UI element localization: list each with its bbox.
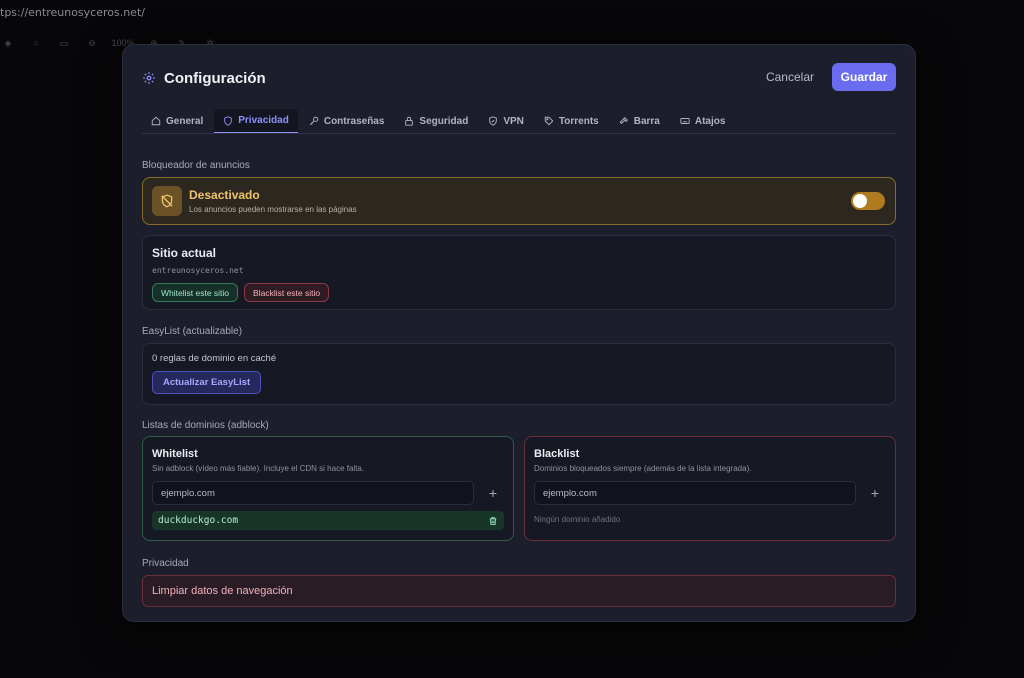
lock-icon (405, 116, 414, 126)
adblock-status: Desactivado (189, 188, 260, 202)
tab-atajos[interactable]: Atajos (671, 109, 735, 133)
adblock-status-card: Desactivado Los anuncios pueden mostrars… (142, 177, 896, 225)
blacklist-description: Dominios bloqueados siempre (además de l… (534, 464, 752, 473)
keyboard-icon (680, 118, 690, 124)
tag-icon (544, 116, 554, 126)
hammer-icon (619, 117, 628, 125)
tab-barra[interactable]: Barra (610, 109, 669, 133)
shield-off-icon (152, 186, 182, 216)
blacklist-site-button[interactable]: Blacklist este sitio (244, 283, 330, 302)
book-icon[interactable]: ▭ (56, 36, 72, 50)
privacy-section-label: Privacidad (142, 558, 189, 569)
modal-header: Configuración Cancelar Guardar (142, 45, 896, 109)
tab-general[interactable]: General (142, 109, 212, 133)
whitelist-entry-domain: duckduckgo.com (158, 515, 239, 526)
adblock-toggle[interactable] (851, 192, 885, 210)
clear-browsing-data-button[interactable]: Limpiar datos de navegación (142, 575, 896, 607)
tab-vpn[interactable]: VPN (479, 109, 533, 133)
address-bar-url[interactable]: tps://entreunosyceros.net/ (0, 6, 145, 19)
whitelist-site-button[interactable]: Whitelist este sitio (152, 283, 239, 302)
tab-bar: General Privacidad Contraseñas Seguridad… (142, 109, 896, 134)
easylist-rules-count: 0 reglas de dominio en caché (152, 353, 277, 364)
current-site-card: Sitio actual entreunosyceros.net Whiteli… (142, 235, 896, 310)
shield-icon (224, 115, 233, 126)
tab-privacidad[interactable]: Privacidad (214, 109, 298, 133)
modal-title: Configuración (164, 69, 266, 87)
blacklist-domain-input[interactable] (534, 481, 856, 505)
shield-icon[interactable]: ◈ (0, 36, 16, 50)
whitelist-title: Whitelist (152, 448, 198, 460)
tab-seguridad[interactable]: Seguridad (395, 109, 477, 133)
blacklist-title: Blacklist (534, 448, 580, 460)
blacklist-empty-text: Ningún dominio añadido (534, 515, 621, 524)
home-icon (151, 116, 161, 126)
whitelist-entry: duckduckgo.com (152, 511, 504, 530)
update-easylist-button[interactable]: Actualizar EasyList (152, 371, 262, 394)
add-whitelist-icon[interactable]: + (484, 485, 502, 501)
adblock-description: Los anuncios pueden mostrarse en las pág… (189, 205, 357, 214)
whitelist-card: Whitelist Sin adblock (vídeo más fiable)… (142, 436, 514, 541)
save-button[interactable]: Guardar (832, 63, 896, 91)
current-site-domain: entreunosyceros.net (152, 266, 244, 275)
whitelist-domain-input[interactable] (152, 481, 474, 505)
domain-lists-section-label: Listas de dominios (adblock) (142, 420, 269, 431)
zoom-out-icon[interactable]: ⊖ (84, 36, 100, 50)
tab-torrents[interactable]: Torrents (535, 109, 608, 133)
key-icon (309, 116, 319, 126)
gear-icon (143, 72, 155, 84)
blacklist-card: Blacklist Dominios bloqueados siempre (a… (524, 436, 896, 541)
shield-check-icon (489, 116, 498, 126)
adblock-section-label: Bloqueador de anuncios (142, 160, 250, 171)
toggle-knob (853, 194, 867, 208)
search-icon[interactable]: ○ (28, 36, 44, 50)
whitelist-description: Sin adblock (vídeo más fiable). Incluye … (152, 464, 365, 473)
add-blacklist-icon[interactable]: + (866, 485, 884, 501)
trash-icon[interactable] (488, 516, 498, 526)
tab-contrasenas[interactable]: Contraseñas (300, 109, 394, 133)
easylist-section-label: EasyList (actualizable) (142, 326, 243, 337)
easylist-card: 0 reglas de dominio en caché Actualizar … (142, 343, 896, 405)
current-site-title: Sitio actual (152, 246, 217, 260)
settings-modal: Configuración Cancelar Guardar General P… (122, 44, 916, 622)
cancel-button[interactable]: Cancelar (766, 70, 814, 84)
